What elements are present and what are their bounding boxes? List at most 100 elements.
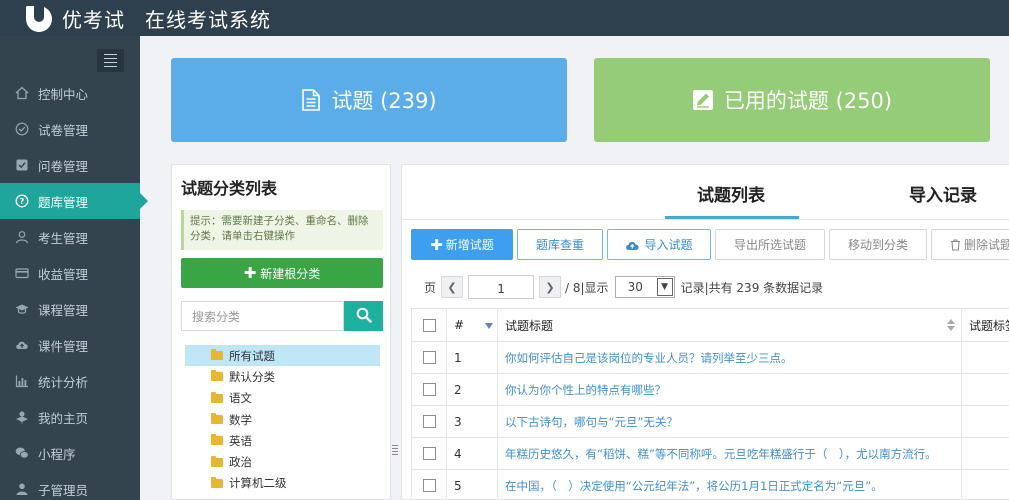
svg-text:?: ? (20, 197, 25, 206)
row-checkbox[interactable] (422, 447, 436, 460)
tab-import-records[interactable]: 导入记录 (909, 181, 977, 206)
sidebar-item-question-bank[interactable]: ? 题库管理 (0, 183, 148, 219)
add-question-button[interactable]: ✚ 新增试题 (411, 229, 513, 260)
import-questions-button[interactable]: 导入试题 (607, 229, 711, 260)
column-header-num[interactable]: # (447, 309, 498, 341)
sidebar-item-homepage[interactable]: 我的主页 (0, 399, 140, 435)
questions-count-label: 试题 (239) (331, 89, 437, 113)
row-checkbox[interactable] (422, 383, 436, 396)
row-tag-cell (962, 438, 1009, 469)
sidebar-item-mini-program[interactable]: 小程序 (0, 435, 140, 471)
row-checkbox[interactable] (422, 351, 436, 364)
cloud-upload-icon (625, 239, 640, 251)
plus-icon: ✚ (430, 235, 443, 254)
tab-question-list[interactable]: 试题列表 (697, 181, 765, 206)
questions-count-card[interactable]: 试题 (239) (171, 58, 567, 142)
row-num: 3 (447, 406, 498, 437)
total-pages-label: / 8|显示 (565, 280, 609, 295)
question-title-link[interactable]: 你认为你个性上的特点有哪些？ (505, 382, 666, 398)
question-title-link[interactable]: 在中国，（ ）决定使用“公元纪年法”，将公历1月1日正式定名为“元旦”。 (505, 478, 883, 494)
table-row: 4 年糕历史悠久，有“稻饼、糕”等不同称呼。元旦吃年糕盛行于（ ），尤以南方流行… (411, 438, 1009, 470)
check-square-icon (14, 157, 30, 173)
row-num: 2 (447, 374, 498, 405)
folder-icon (211, 413, 223, 425)
sidebar-item-revenue[interactable]: 收益管理 (0, 255, 140, 291)
row-checkbox[interactable] (422, 415, 436, 428)
page-number-input[interactable]: 1 (468, 275, 535, 299)
sidebar-item-examinees[interactable]: 考生管理 (0, 219, 140, 255)
question-title-link[interactable]: 年糕历史悠久，有“稻饼、糕”等不同称呼。元旦吃年糕盛行于（ ），尤以南方流行。 (505, 446, 937, 462)
sidebar-item-papers[interactable]: 试卷管理 (0, 111, 140, 147)
profile-icon (14, 409, 30, 425)
row-checkbox[interactable] (422, 479, 436, 492)
leaf-logo-icon (24, 2, 54, 33)
sidebar-item-coursewares[interactable]: 课件管理 (0, 327, 140, 363)
category-panel: 试题分类列表 提示：需要新建子分类、重命名、删除分类，请单击右键操作 ✚ 新建根… (171, 164, 391, 500)
new-root-category-label: 新建根分类 (260, 266, 321, 281)
category-tip: 提示：需要新建子分类、重命名、删除分类，请单击右键操作 (181, 210, 383, 250)
question-circle-icon: ? (14, 193, 30, 209)
dedup-button[interactable]: 题库查重 (517, 229, 603, 260)
question-title-link[interactable]: 以下古诗句，哪句与“元旦”无关？ (505, 414, 678, 430)
prev-page-button[interactable]: ❮ (441, 276, 464, 298)
row-tag-cell (962, 374, 1009, 405)
user-icon (14, 229, 30, 245)
sidebar-item-statistics[interactable]: 统计分析 (0, 363, 140, 399)
questions-table: # 试题标题 试题标签 1 你如何评估自己是该岗位的专业人员？请列举至少三点。 … (411, 308, 1009, 499)
next-page-button[interactable]: ❯ (539, 276, 562, 298)
sidebar-item-label: 试卷管理 (38, 122, 89, 138)
used-questions-card[interactable]: 已用的试题 (250) (594, 58, 990, 142)
tree-item-math[interactable]: 数学 (185, 409, 380, 430)
table-row: 3 以下古诗句，哪句与“元旦”无关？ (411, 406, 1009, 438)
folder-icon (211, 349, 223, 361)
new-root-category-button[interactable]: ✚ 新建根分类 (181, 258, 383, 288)
tree-item-all[interactable]: 所有试题 (185, 345, 380, 367)
table-row: 5 在中国，（ ）决定使用“公元纪年法”，将公历1月1日正式定名为“元旦”。 (411, 470, 1009, 499)
tree-item-politics[interactable]: 政治 (185, 451, 380, 472)
records-summary: 记录|共有 239 条数据记录 (680, 280, 824, 295)
folder-icon (211, 434, 223, 446)
sidebar-item-label: 收益管理 (38, 266, 89, 282)
row-num: 5 (447, 470, 498, 499)
sidebar-item-surveys[interactable]: 问卷管理 (0, 147, 140, 183)
category-search-button[interactable] (344, 301, 383, 331)
graduation-cap-icon (14, 301, 30, 317)
bar-chart-icon (14, 373, 30, 389)
sidebar-item-label: 子管理员 (38, 482, 89, 498)
sort-icon (947, 319, 955, 331)
folder-icon (211, 476, 223, 488)
select-all-checkbox[interactable] (422, 318, 436, 332)
panel-resize-handle[interactable] (392, 445, 398, 457)
used-questions-label: 已用的试题 (250) (723, 89, 893, 113)
column-header-tag[interactable]: 试题标签 (962, 309, 1009, 341)
tree-item-computer[interactable]: 计算机二级 (185, 473, 380, 494)
export-selected-button[interactable]: 导出所选试题 (715, 229, 825, 260)
folder-icon (211, 370, 223, 382)
row-num: 1 (447, 342, 498, 373)
question-title-link[interactable]: 你如何评估自己是该岗位的专业人员？请列举至少三点。 (505, 350, 793, 366)
move-to-category-button[interactable]: 移动到分类 (829, 229, 927, 260)
sidebar-item-courses[interactable]: 课程管理 (0, 291, 140, 327)
page-size-select[interactable]: 30 ▼ (614, 276, 675, 298)
menu-toggle-button[interactable] (97, 49, 124, 72)
table-header-row: # 试题标题 试题标签 (411, 309, 1009, 342)
sidebar-item-label: 课件管理 (38, 338, 89, 354)
sidebar-item-control-center[interactable]: 控制中心 (0, 75, 140, 111)
delete-questions-button[interactable]: 删除试题 (931, 229, 1009, 260)
sidebar-item-label: 考生管理 (38, 230, 89, 246)
plus-icon: ✚ (243, 264, 257, 282)
tree-item-english[interactable]: 英语 (185, 430, 380, 451)
row-tag-cell (962, 342, 1009, 373)
sidebar-item-sub-admins[interactable]: 子管理员 (0, 471, 140, 500)
category-panel-title: 试题分类列表 (181, 179, 278, 198)
column-header-title[interactable]: 试题标题 (498, 309, 962, 341)
page-label: 页 (424, 280, 437, 295)
sidebar-item-label: 题库管理 (38, 194, 89, 210)
table-row: 2 你认为你个性上的特点有哪些？ (411, 374, 1009, 406)
home-icon (14, 85, 30, 101)
tree-item-chinese[interactable]: 语文 (185, 388, 380, 409)
row-num: 4 (447, 438, 498, 469)
tree-item-default[interactable]: 默认分类 (185, 366, 380, 387)
category-search-input[interactable]: 搜索分类 (181, 301, 344, 331)
question-list-panel: 试题列表 导入记录 ✚ 新增试题 题库查重 导入试题 导出所选试题 移动到分类 删… (401, 164, 1009, 500)
